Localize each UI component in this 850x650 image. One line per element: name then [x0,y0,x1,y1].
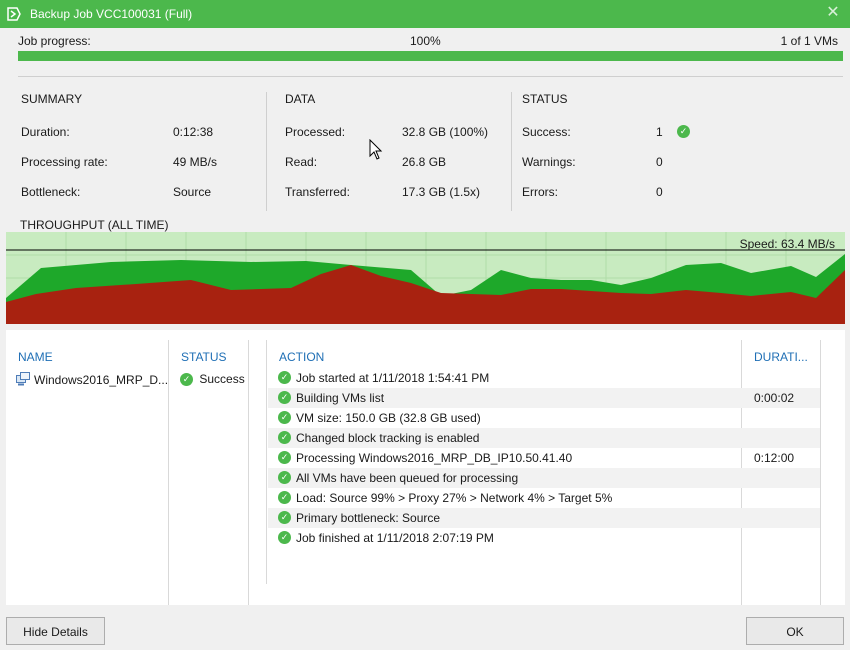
job-progress-fill [18,51,843,61]
hide-details-button[interactable]: Hide Details [6,617,105,645]
action-log-row: ✓ Load: Source 99% > Proxy 27% > Network… [268,488,820,508]
action-duration: 0:12:00 [754,451,795,465]
job-progress-bar [18,51,843,61]
action-message: Building VMs list [296,391,385,405]
data-heading: DATA [285,92,316,106]
success-check-icon: ✓ [278,511,291,524]
divider [18,76,843,77]
status-label: Warnings: [522,155,576,169]
throughput-chart: Speed: 63.4 MB/s [6,232,845,324]
summary-value: 49 MB/s [173,155,218,169]
summary-value: 0:12:38 [173,125,214,139]
action-log-row: ✓ Processing Windows2016_MRP_DB_IP10.50.… [268,448,820,468]
action-message: Load: Source 99% > Proxy 27% > Network 4… [296,491,613,505]
vm-name: Windows2016_MRP_D... [34,373,169,387]
success-check-icon: ✓ [180,373,193,387]
mouse-cursor-icon [369,139,383,160]
column-divider [266,340,267,584]
job-progress-percent: 100% [410,34,441,48]
action-log-row: ✓ Primary bottleneck: Source [268,508,820,528]
action-message: Changed block tracking is enabled [296,431,480,445]
action-log-row: ✓ Job started at 1/11/2018 1:54:41 PM [268,368,820,388]
status-value: 1 [656,125,663,139]
summary-label: Processing rate: [21,155,108,169]
data-value: 32.8 GB (100%) [402,125,489,139]
status-value: 0 [656,185,663,199]
data-label: Read: [285,155,318,169]
divider [266,92,267,211]
vm-list-item[interactable]: Windows2016_MRP_D... [16,372,168,387]
throughput-graph [6,232,845,324]
job-progress-count: 1 of 1 VMs [780,34,838,48]
success-check-icon: ✓ [278,451,291,464]
action-log-row: ✓ Changed block tracking is enabled [268,428,820,448]
vm-icon [16,372,30,386]
data-value: 17.3 GB (1.5x) [402,185,481,199]
vm-status: ✓ Success [180,372,245,387]
action-log-row: ✓ All VMs have been queued for processin… [268,468,820,488]
status-label: Success: [522,125,571,139]
data-value: 26.8 GB [402,155,447,169]
success-check-icon: ✓ [278,471,291,484]
column-divider [820,340,821,605]
column-header-name[interactable]: NAME [18,350,53,364]
status-heading: STATUS [522,92,568,106]
success-check-icon: ✓ [278,531,291,544]
job-details-panel: NAME STATUS ACTION DURATI... Windows2016… [6,330,845,605]
action-duration: 0:00:02 [754,391,795,405]
success-check-icon: ✓ [677,125,690,138]
action-message: Job started at 1/11/2018 1:54:41 PM [296,371,490,385]
data-label: Processed: [285,125,346,139]
window-title: Backup Job VCC100031 (Full) [30,7,193,21]
stats-panel: SUMMARY Duration: 0:12:38 Processing rat… [0,92,850,212]
summary-label: Duration: [21,125,70,139]
column-header-duration[interactable]: DURATI... [754,350,808,364]
current-speed-label: Speed: 63.4 MB/s [739,237,835,251]
success-check-icon: ✓ [278,411,291,424]
action-log-row: ✓ Job finished at 1/11/2018 2:07:19 PM [268,528,820,548]
action-message: Primary bottleneck: Source [296,511,441,525]
status-value: 0 [656,155,663,169]
action-message: Job finished at 1/11/2018 2:07:19 PM [296,531,494,545]
ok-button[interactable]: OK [746,617,844,645]
action-message: All VMs have been queued for processing [296,471,519,485]
column-divider [168,340,169,605]
title-bar: Backup Job VCC100031 (Full) ✕ [0,0,850,28]
column-header-action[interactable]: ACTION [279,350,324,364]
veeam-app-icon [7,7,21,21]
success-check-icon: ✓ [278,371,291,384]
close-icon[interactable]: ✕ [824,4,842,22]
data-label: Transferred: [285,185,350,199]
status-label: Errors: [522,185,558,199]
success-check-icon: ✓ [278,491,291,504]
throughput-title: THROUGHPUT (ALL TIME) [20,218,169,232]
success-check-icon: ✓ [278,431,291,444]
action-message: VM size: 150.0 GB (32.8 GB used) [296,411,481,425]
summary-value: Source [173,185,212,199]
divider [511,92,512,211]
summary-label: Bottleneck: [21,185,81,199]
job-progress-label: Job progress: [18,34,91,48]
action-log-row: ✓ Building VMs list 0:00:02 [268,388,820,408]
column-divider [248,340,249,605]
action-log-row: ✓ VM size: 150.0 GB (32.8 GB used) [268,408,820,428]
summary-heading: SUMMARY [21,92,83,106]
success-check-icon: ✓ [278,391,291,404]
vm-status-text: Success [199,372,245,386]
column-header-status[interactable]: STATUS [181,350,227,364]
action-message: Processing Windows2016_MRP_DB_IP10.50.41… [296,451,573,465]
